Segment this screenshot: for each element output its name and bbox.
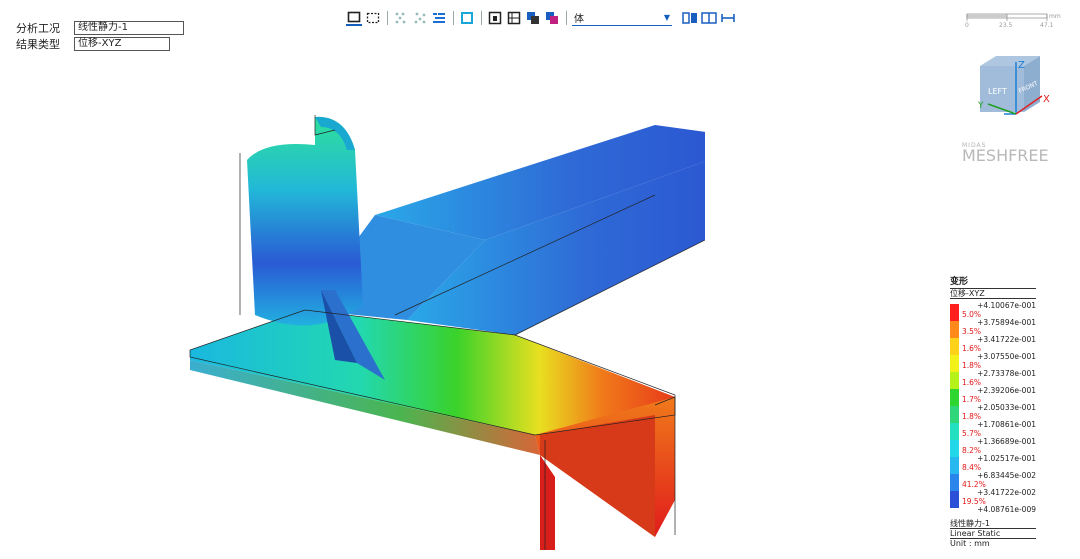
entity-select[interactable]: 体 ▼ bbox=[572, 10, 672, 26]
case-field[interactable]: 线性静力-1 bbox=[74, 21, 184, 35]
render-contour-icon bbox=[546, 12, 558, 24]
separator bbox=[387, 11, 388, 25]
scale-tick-0: 0 bbox=[965, 22, 969, 29]
split-button[interactable] bbox=[701, 10, 717, 26]
render-mode-2-button[interactable] bbox=[506, 10, 522, 26]
legend-value: +4.10067e-001 bbox=[977, 301, 1036, 310]
legend-value: +4.08761e-009 bbox=[977, 505, 1036, 514]
split-view-icon bbox=[701, 12, 717, 24]
render-mode-4-button[interactable] bbox=[544, 10, 560, 26]
result-type-field[interactable]: 位移-XYZ bbox=[74, 37, 170, 51]
view-toolbar: 体 ▼ bbox=[346, 9, 739, 27]
frame-square-icon bbox=[461, 12, 473, 24]
scale-bar: mm 0 23.5 47.1 bbox=[965, 12, 1065, 32]
axis-z-label: Z bbox=[1018, 60, 1025, 71]
render-color-icon bbox=[527, 12, 539, 24]
legend-title: 变形 bbox=[950, 277, 1036, 289]
cube-face-left: LEFT bbox=[988, 87, 1007, 96]
info-panel: 分析工况 线性静力-1 结果类型 位移-XYZ bbox=[16, 20, 184, 52]
legend-value: +1.70861e-001 bbox=[977, 420, 1036, 429]
separator bbox=[453, 11, 454, 25]
case-label: 分析工况 bbox=[16, 22, 60, 35]
render-box-icon bbox=[488, 11, 502, 25]
section-button[interactable] bbox=[682, 10, 698, 26]
legend-footer: 线性静力-1 Linear Static Unit : mm bbox=[950, 519, 1036, 548]
axis-x-label: X bbox=[1043, 94, 1050, 105]
solid-view-button[interactable] bbox=[346, 10, 362, 26]
legend-value: +1.36689e-001 bbox=[977, 437, 1036, 446]
view-cube[interactable]: LEFT FRONT Z X Y bbox=[970, 52, 1056, 122]
legend-footer-type: Linear Static bbox=[950, 529, 1036, 539]
nodes-button[interactable] bbox=[412, 10, 428, 26]
scale-tick-2: 47.1 bbox=[1040, 22, 1054, 29]
legend-value: +2.05033e-001 bbox=[977, 403, 1036, 412]
legend-rows: +4.10067e-001 5.0% +3.75894e-001 3.5% +3.417… bbox=[950, 301, 1036, 515]
logo-big-text: MESHFREE bbox=[962, 146, 1049, 165]
legend-value: +2.73378e-001 bbox=[977, 369, 1036, 378]
list-button[interactable] bbox=[431, 10, 447, 26]
scatter-dots-icon bbox=[395, 12, 406, 24]
list-lines-icon bbox=[433, 13, 445, 23]
separator bbox=[566, 11, 567, 25]
ruler-icon bbox=[721, 14, 735, 22]
meshfree-logo: MIDAS MESHFREE bbox=[962, 142, 1058, 165]
entity-select-value: 体 bbox=[574, 14, 584, 25]
points-button[interactable] bbox=[393, 10, 409, 26]
separator bbox=[481, 11, 482, 25]
measure-button[interactable] bbox=[720, 10, 736, 26]
dashed-box-icon bbox=[366, 12, 380, 24]
legend-value: +3.41722e-002 bbox=[977, 488, 1036, 497]
render-mode-3-button[interactable] bbox=[525, 10, 541, 26]
legend-value: +3.75894e-001 bbox=[977, 318, 1036, 327]
legend-value: +3.41722e-001 bbox=[977, 335, 1036, 344]
scale-unit: mm bbox=[1049, 13, 1061, 20]
legend-value: +2.39206e-001 bbox=[977, 386, 1036, 395]
dashed-view-button[interactable] bbox=[365, 10, 381, 26]
render-mode-1-button[interactable] bbox=[487, 10, 503, 26]
legend-value: +3.07550e-001 bbox=[977, 352, 1036, 361]
case-row: 分析工况 线性静力-1 bbox=[16, 20, 184, 36]
model-viewport[interactable] bbox=[185, 105, 766, 555]
legend-value: +6.83445e-002 bbox=[977, 471, 1036, 480]
legend-value: +1.02517e-001 bbox=[977, 454, 1036, 463]
contour-legend: 变形 位移-XYZ +4.10067e-001 5.0% +3.75894e-001… bbox=[950, 277, 1036, 548]
section-cut-icon bbox=[682, 12, 697, 24]
result-type-row: 结果类型 位移-XYZ bbox=[16, 36, 184, 52]
legend-footer-unit: Unit : mm bbox=[950, 538, 990, 548]
axis-y-label: Y bbox=[977, 101, 984, 111]
result-type-label: 结果类型 bbox=[16, 38, 60, 51]
solid-box-icon bbox=[347, 11, 361, 23]
legend-footer-case: 线性静力-1 bbox=[950, 519, 1036, 529]
render-grid-icon bbox=[507, 11, 521, 25]
frame-view-button[interactable] bbox=[459, 10, 475, 26]
legend-subtitle: 位移-XYZ bbox=[950, 289, 1036, 299]
node-dots-icon bbox=[414, 12, 426, 24]
scale-tick-1: 23.5 bbox=[999, 22, 1013, 29]
chevron-down-icon: ▼ bbox=[663, 13, 670, 22]
